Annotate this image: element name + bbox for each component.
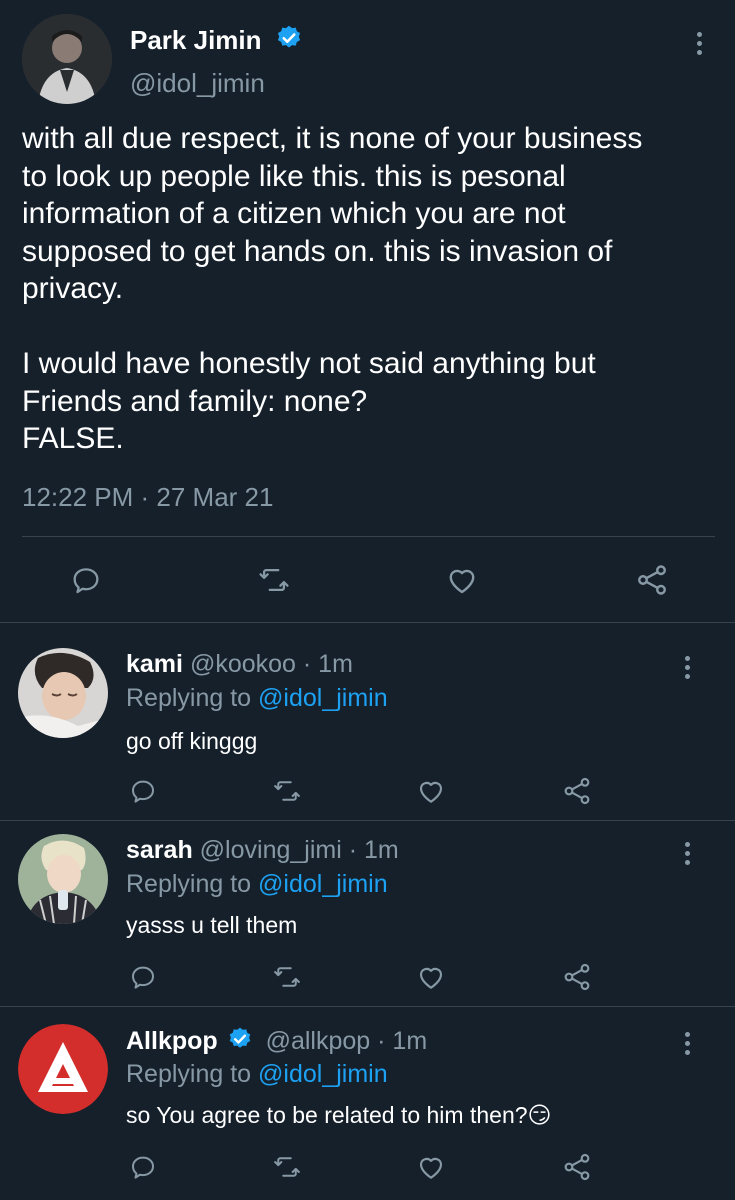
retweet-icon[interactable] (254, 560, 294, 600)
divider (0, 1006, 735, 1007)
replying-to-line: Replying to @idol_jimin (126, 1060, 388, 1089)
retweet-icon[interactable] (270, 774, 304, 808)
reply-icon[interactable] (126, 1150, 160, 1184)
reply-text: so You agree to be related to him then?😏 (126, 1102, 552, 1128)
tweet-timestamp[interactable]: 12:22 PM · 27 Mar 21 (22, 482, 273, 513)
retweet-icon[interactable] (270, 960, 304, 994)
reply-more-options-icon[interactable] (682, 1032, 692, 1055)
replying-to-label: Replying to (126, 1060, 252, 1088)
reply-avatar[interactable] (18, 1024, 108, 1114)
reply-time: · 1m (377, 1027, 428, 1055)
reply-text: go off kinggg (126, 728, 258, 754)
reply-author-handle[interactable]: @loving_jimi (200, 836, 342, 864)
verified-badge-icon (229, 1027, 250, 1048)
reply-author-name[interactable]: Allkpop (126, 1027, 218, 1055)
replying-to-label: Replying to (126, 870, 252, 898)
replying-to-link[interactable]: @idol_jimin (258, 684, 388, 712)
share-icon[interactable] (560, 774, 594, 808)
share-icon[interactable] (560, 960, 594, 994)
like-icon[interactable] (414, 960, 448, 994)
replying-to-line: Replying to @idol_jimin (126, 870, 388, 899)
reply-icon[interactable] (66, 560, 106, 600)
retweet-icon[interactable] (270, 1150, 304, 1184)
author-handle[interactable]: @idol_jimin (130, 68, 265, 99)
reply-author-handle[interactable]: @allkpop (266, 1027, 371, 1055)
share-icon[interactable] (632, 560, 672, 600)
tweet-body: with all due respect, it is none of your… (22, 122, 643, 455)
replying-to-label: Replying to (126, 684, 252, 712)
reply-time: · 1m (348, 836, 399, 864)
reply-header: Allkpop @allkpop · 1m (126, 1026, 427, 1056)
author-name-text[interactable]: Park Jimin (130, 25, 262, 55)
author-name[interactable]: Park Jimin (130, 24, 303, 56)
reply-more-options-icon[interactable] (682, 656, 692, 679)
reply-more-options-icon[interactable] (682, 842, 692, 865)
replying-to-link[interactable]: @idol_jimin (258, 1060, 388, 1088)
reply-icon[interactable] (126, 774, 160, 808)
like-icon[interactable] (414, 1150, 448, 1184)
reply-header: sarah @loving_jimi · 1m (126, 836, 399, 865)
divider (0, 622, 735, 623)
reply-avatar[interactable] (18, 834, 108, 924)
divider (0, 820, 735, 821)
reply-header: kami @kookoo · 1m (126, 650, 353, 679)
tweet-more-options-icon[interactable] (694, 32, 704, 55)
like-icon[interactable] (442, 560, 482, 600)
divider (22, 536, 715, 537)
replying-to-line: Replying to @idol_jimin (126, 684, 388, 713)
reply-avatar[interactable] (18, 648, 108, 738)
reply-text: yasss u tell them (126, 912, 298, 938)
share-icon[interactable] (560, 1150, 594, 1184)
reply-author-name[interactable]: kami (126, 650, 183, 678)
author-avatar[interactable] (22, 14, 112, 104)
reply-author-name[interactable]: sarah (126, 836, 193, 864)
reply-time: · 1m (302, 650, 353, 678)
replying-to-link[interactable]: @idol_jimin (258, 870, 388, 898)
like-icon[interactable] (414, 774, 448, 808)
reply-author-handle[interactable]: @kookoo (190, 650, 296, 678)
verified-badge-icon (277, 25, 300, 48)
reply-icon[interactable] (126, 960, 160, 994)
